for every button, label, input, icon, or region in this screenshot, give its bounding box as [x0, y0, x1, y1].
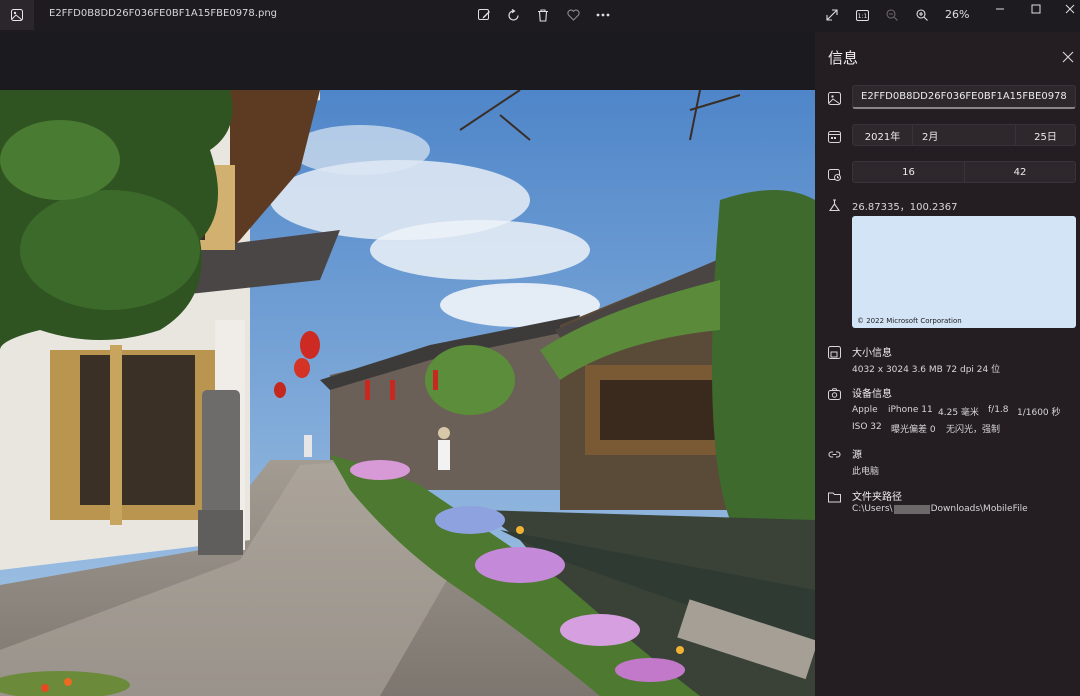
device-shutter: 1/1600 秒 — [1017, 408, 1061, 418]
zoom-in-icon — [916, 9, 928, 21]
title-bar: E2FFD0B8DD26F036FE0BF1A15FBE0978.png 1:1… — [0, 0, 1080, 32]
size-details: 4032 x 3024 3.6 MB 72 dpi 24 位 — [852, 365, 1001, 375]
date-year-picker[interactable]: 2021年 — [852, 124, 913, 146]
maximize-icon — [1031, 4, 1041, 14]
size-icon — [828, 344, 841, 359]
photos-app-icon[interactable] — [0, 0, 34, 30]
rotate-button[interactable] — [503, 6, 523, 24]
clock-icon — [828, 166, 841, 181]
folder-path-prefix: C:\Users\ — [852, 504, 893, 514]
location-icon — [828, 197, 841, 212]
calendar-icon — [828, 128, 841, 143]
close-window-button[interactable] — [1062, 2, 1078, 16]
close-panel-button[interactable] — [1062, 48, 1076, 63]
device-focal-length: 4.25 毫米 — [938, 408, 979, 418]
panel-title: 信息 — [828, 49, 859, 67]
actual-size-button[interactable]: 1:1 — [852, 6, 872, 24]
map-copyright: © 2022 Microsoft Corporation — [857, 317, 962, 325]
photo-viewer[interactable] — [0, 32, 815, 696]
image-icon — [828, 90, 841, 105]
heart-icon — [566, 9, 580, 21]
device-iso: ISO 32 — [852, 422, 882, 432]
device-exposure-bias: 曝光偏差 0 — [891, 425, 936, 435]
folder-path-suffix: Downloads\MobileFile — [930, 504, 1028, 514]
expand-icon — [826, 9, 838, 21]
close-icon — [1065, 4, 1075, 14]
time-minute-picker[interactable]: 42 — [964, 161, 1076, 183]
source-heading: 源 — [852, 450, 862, 461]
close-icon — [1062, 51, 1074, 63]
fullscreen-button[interactable] — [822, 6, 842, 24]
zoom-in-button[interactable] — [912, 6, 932, 24]
more-button[interactable] — [593, 6, 613, 24]
file-title: E2FFD0B8DD26F036FE0BF1A15FBE0978.png — [49, 8, 277, 19]
time-hour-picker[interactable]: 16 — [852, 161, 965, 183]
maximize-button[interactable] — [1028, 2, 1044, 16]
edit-image-icon — [477, 8, 490, 20]
redacted-username — [893, 504, 930, 514]
folder-path[interactable]: C:\Users\ Downloads\MobileFile — [852, 504, 1028, 514]
more-icon — [596, 13, 610, 17]
zoom-out-button[interactable] — [882, 6, 902, 24]
device-flash: 无闪光，强制 — [946, 425, 1001, 435]
size-heading: 大小信息 — [852, 348, 892, 359]
filename-input[interactable]: E2FFD0B8DD26F036FE0BF1A15FBE0978 — [852, 85, 1076, 109]
delete-button[interactable] — [533, 6, 553, 24]
actual-size-icon: 1:1 — [855, 9, 869, 21]
device-make: Apple — [852, 405, 878, 415]
date-day-picker[interactable]: 25日 — [1015, 124, 1076, 146]
device-heading: 设备信息 — [852, 389, 892, 400]
edit-image-button[interactable] — [474, 6, 494, 24]
rotate-icon — [507, 8, 519, 21]
location-map[interactable]: © 2022 Microsoft Corporation — [852, 216, 1076, 328]
info-panel: 信息 E2FFD0B8DD26F036FE0BF1A15FBE0978 2021… — [815, 32, 1080, 696]
zoom-out-icon — [886, 9, 898, 21]
zoom-level[interactable]: 26% — [945, 8, 969, 21]
minimize-button[interactable] — [992, 2, 1008, 16]
favorite-button[interactable] — [563, 6, 583, 24]
folder-icon — [828, 488, 841, 503]
folder-heading: 文件夹路径 — [852, 492, 902, 503]
location-coordinates[interactable]: 26.87335，100.2367 — [852, 198, 957, 213]
svg-text:1:1: 1:1 — [857, 13, 867, 20]
photo — [0, 90, 815, 696]
minimize-icon — [996, 8, 1004, 10]
camera-icon — [828, 385, 841, 400]
source-value: 此电脑 — [852, 467, 880, 477]
device-model: iPhone 11 — [888, 405, 933, 415]
date-month-picker[interactable]: 2月 — [912, 124, 1016, 146]
delete-icon — [538, 8, 548, 22]
device-aperture: f/1.8 — [988, 405, 1009, 415]
link-icon — [828, 446, 841, 459]
